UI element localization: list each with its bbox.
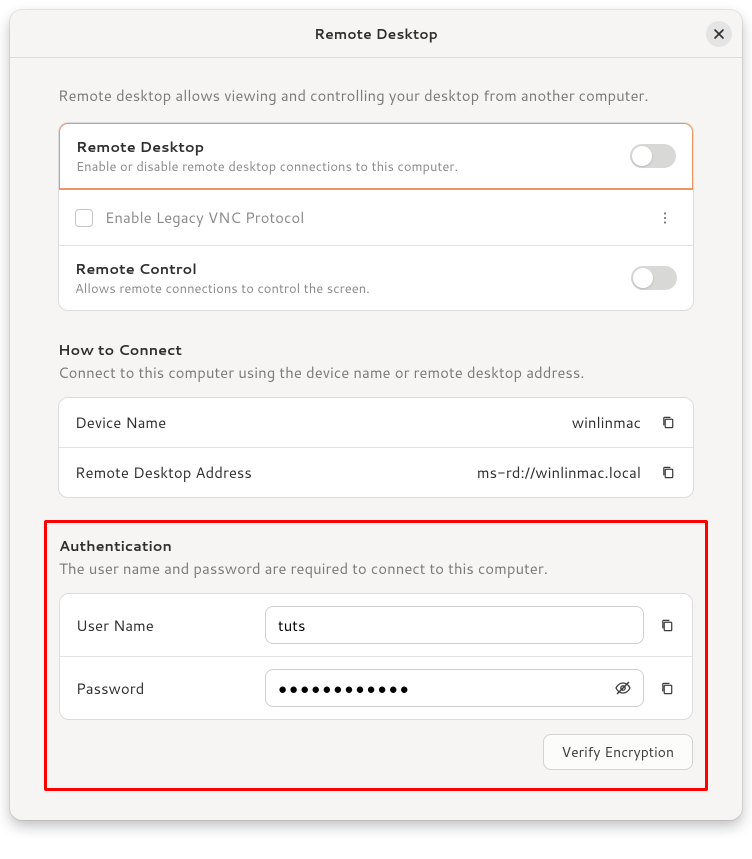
address-label: Remote Desktop Address [75, 462, 477, 483]
remote-settings-group: Remote Desktop Enable or disable remote … [58, 122, 694, 311]
verify-row: Verify Encryption [59, 734, 693, 770]
authentication-highlight: Authentication The user name and passwor… [44, 520, 708, 791]
remote-control-title: Remote Control [75, 258, 631, 279]
kebab-icon [658, 211, 672, 225]
remote-control-row: Remote Control Allows remote connections… [59, 245, 693, 310]
username-label: User Name [76, 615, 251, 636]
copy-address-button[interactable] [659, 464, 677, 482]
copy-icon [660, 681, 675, 696]
window-title: Remote Desktop [314, 24, 438, 44]
username-input[interactable] [265, 606, 644, 644]
device-name-label: Device Name [75, 412, 572, 433]
copy-icon [661, 415, 676, 430]
remote-desktop-toggle[interactable] [630, 144, 676, 168]
password-input-wrap [265, 669, 644, 707]
remote-desktop-row: Remote Desktop Enable or disable remote … [58, 122, 694, 190]
remote-control-toggle[interactable] [631, 266, 677, 290]
auth-desc: The user name and password are required … [59, 558, 693, 579]
password-input[interactable] [265, 669, 644, 707]
show-password-button[interactable] [612, 677, 634, 699]
eye-off-icon [614, 679, 632, 697]
close-icon [713, 28, 725, 40]
remote-desktop-title: Remote Desktop [76, 136, 630, 157]
auth-heading: Authentication [59, 535, 693, 556]
copy-password-button[interactable] [658, 679, 676, 697]
howto-desc: Connect to this computer using the devic… [58, 362, 694, 383]
legacy-vnc-row: Enable Legacy VNC Protocol [59, 189, 693, 245]
device-name-value: winlinmac [572, 412, 641, 433]
howto-heading: How to Connect [58, 339, 694, 360]
auth-group: User Name Password [59, 593, 693, 720]
intro-text: Remote desktop allows viewing and contro… [58, 86, 694, 106]
device-name-row: Device Name winlinmac [59, 398, 693, 447]
remote-control-sub: Allows remote connections to control the… [75, 280, 631, 298]
copy-icon [661, 465, 676, 480]
address-row: Remote Desktop Address ms-rd://winlinmac… [59, 447, 693, 497]
password-label: Password [76, 678, 251, 699]
password-row: Password [60, 656, 692, 719]
copy-username-button[interactable] [658, 616, 676, 634]
legacy-vnc-label: Enable Legacy VNC Protocol [105, 207, 653, 228]
address-value: ms-rd://winlinmac.local [477, 462, 641, 483]
close-button[interactable] [706, 21, 732, 47]
settings-window: Remote Desktop Remote desktop allows vie… [10, 10, 742, 820]
legacy-vnc-checkbox[interactable] [75, 209, 93, 227]
remote-desktop-text: Remote Desktop Enable or disable remote … [76, 136, 630, 176]
howto-group: Device Name winlinmac Remote Desktop Add… [58, 397, 694, 498]
remote-control-text: Remote Control Allows remote connections… [75, 258, 631, 298]
copy-icon [660, 618, 675, 633]
legacy-vnc-menu-button[interactable] [653, 206, 677, 230]
remote-desktop-sub: Enable or disable remote desktop connect… [76, 158, 630, 176]
copy-device-name-button[interactable] [659, 414, 677, 432]
verify-encryption-button[interactable]: Verify Encryption [543, 734, 693, 770]
titlebar: Remote Desktop [10, 10, 742, 58]
username-row: User Name [60, 594, 692, 656]
window-content: Remote desktop allows viewing and contro… [10, 58, 742, 819]
